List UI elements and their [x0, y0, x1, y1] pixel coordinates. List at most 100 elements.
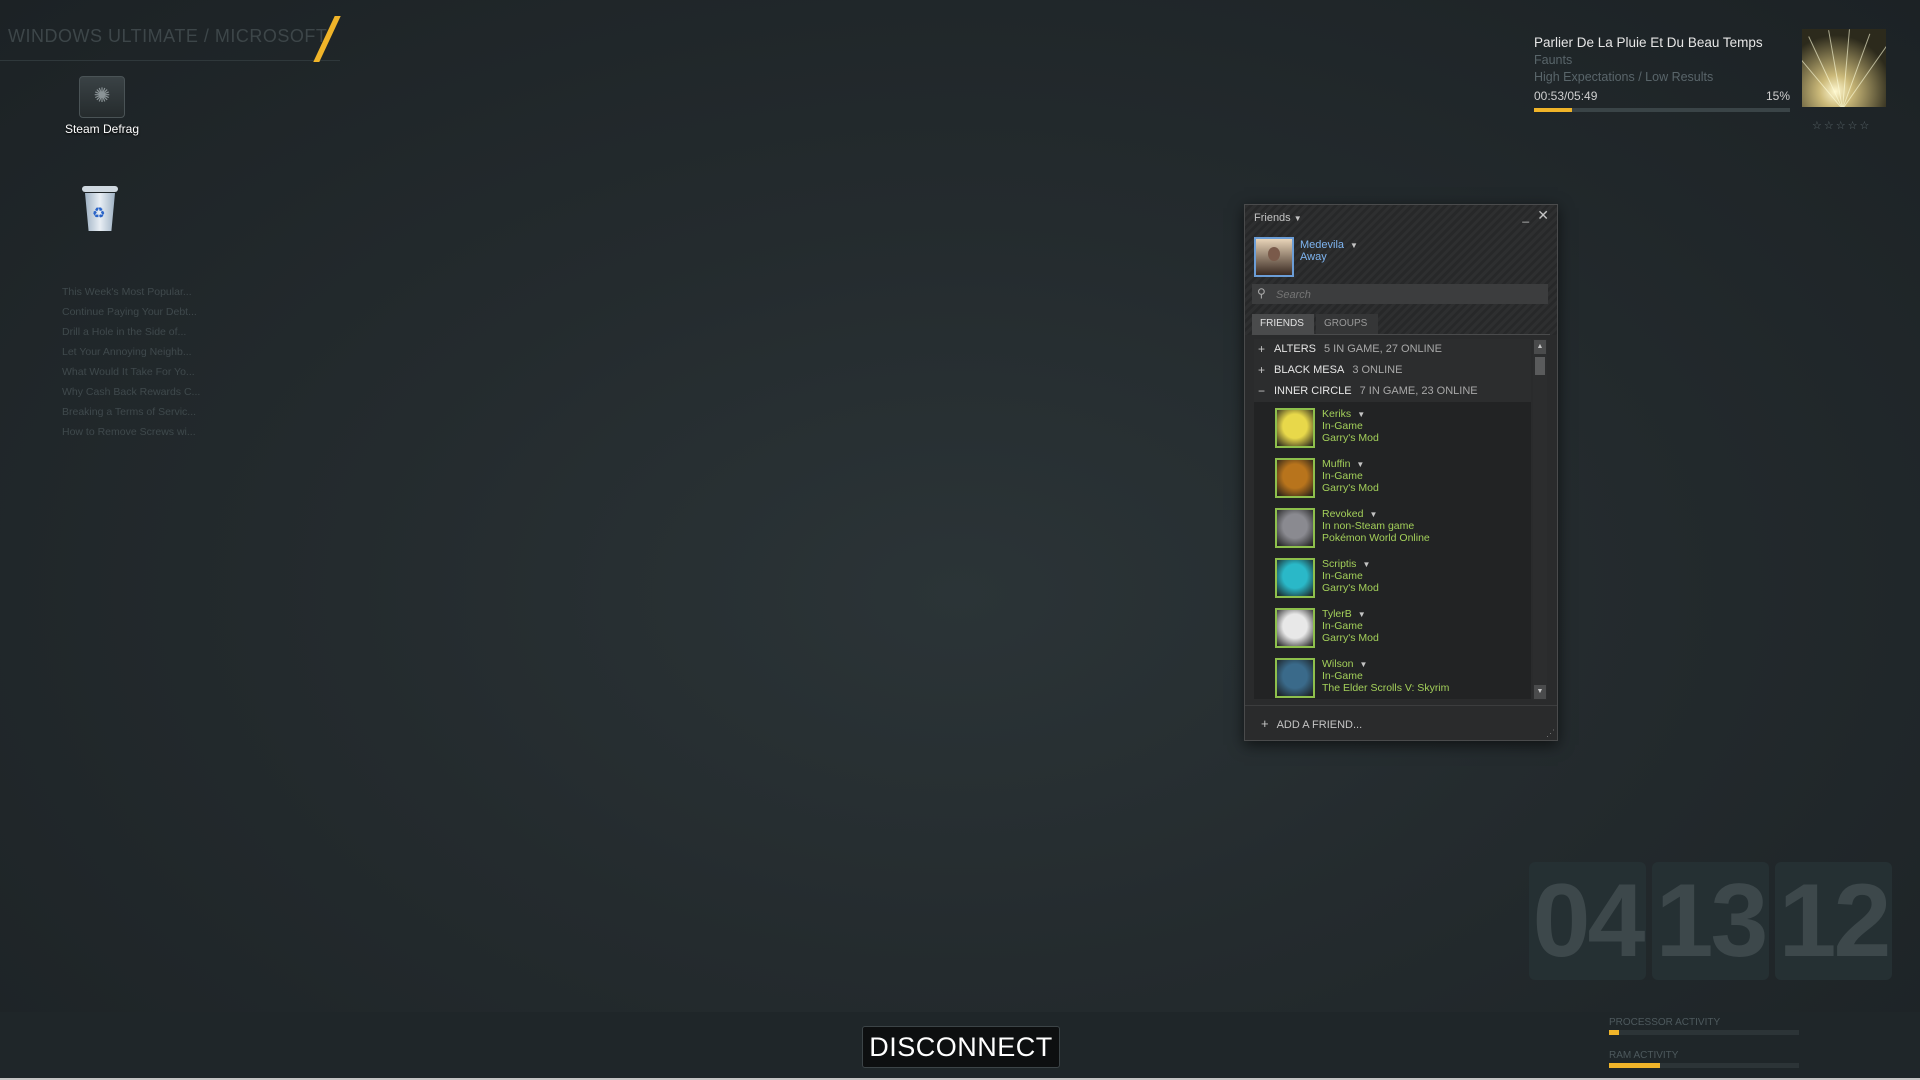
chevron-down-icon[interactable]: ▼ — [1360, 660, 1368, 669]
now-playing-widget: Parlier De La Pluie Et Du Beau Temps Fau… — [1534, 35, 1790, 112]
news-feed: This Week's Most Popular... Continue Pay… — [62, 282, 200, 442]
friend-name: Wilson — [1322, 658, 1354, 670]
track-percent: 15% — [1765, 89, 1790, 103]
processor-label: PROCESSOR ACTIVITY — [1609, 1017, 1721, 1028]
friend-row-wilson[interactable]: Wilson ▼ In-Game The Elder Scrolls V: Sky… — [1254, 652, 1531, 699]
album-cover — [1802, 29, 1886, 107]
friend-game: Garry's Mod — [1322, 582, 1379, 594]
group-info: 7 IN GAME, 23 ONLINE — [1359, 385, 1478, 397]
processor-fill — [1609, 1030, 1619, 1035]
news-item[interactable]: What Would It Take For Yo... — [62, 362, 200, 382]
news-item[interactable]: Why Cash Back Rewards C... — [62, 382, 200, 402]
friend-game: Garry's Mod — [1322, 432, 1379, 444]
friend-game: Pokémon World Online — [1322, 532, 1430, 544]
chevron-down-icon[interactable]: ▼ — [1362, 560, 1370, 569]
track-album: High Expectations / Low Results — [1534, 70, 1714, 84]
friend-avatar[interactable] — [1275, 408, 1315, 448]
scroll-up-icon[interactable]: ▲ — [1534, 340, 1546, 354]
expand-icon: + — [1258, 342, 1266, 356]
add-friend-button[interactable]: + ADD A FRIEND... — [1261, 716, 1362, 731]
track-progress-bar[interactable] — [1534, 108, 1790, 112]
scroll-down-icon[interactable]: ▼ — [1534, 685, 1546, 699]
track-time-row: 00:53/05:49 15% — [1534, 89, 1790, 103]
track-progress-fill — [1534, 108, 1573, 112]
clock-minutes: 13 — [1652, 862, 1769, 980]
search-input[interactable] — [1274, 286, 1538, 303]
news-item[interactable]: This Week's Most Popular... — [62, 282, 200, 302]
news-item[interactable]: Continue Paying Your Debt... — [62, 302, 200, 322]
track-time: 00:53/05:49 — [1534, 89, 1598, 103]
brand-divider — [0, 60, 340, 61]
scroll-thumb[interactable] — [1535, 357, 1545, 375]
clock-hours: 04 — [1529, 862, 1646, 980]
close-button[interactable]: ✕ — [1537, 207, 1549, 224]
friend-row-scriptis[interactable]: Scriptis ▼ In-Game Garry's Mod — [1254, 552, 1531, 602]
desktop-icon-recycle-bin[interactable]: ♻ — [45, 186, 155, 232]
news-item[interactable]: Drill a Hole in the Side of... — [62, 322, 200, 342]
chevron-down-icon[interactable]: ▼ — [1358, 610, 1366, 619]
friend-status: In-Game — [1322, 470, 1363, 482]
chevron-down-icon: ▼ — [1350, 241, 1358, 250]
friend-name: Revoked — [1322, 508, 1364, 520]
group-name: INNER CIRCLE — [1274, 385, 1352, 397]
chevron-down-icon[interactable]: ▼ — [1357, 410, 1365, 419]
friend-row-keriks[interactable]: Keriks ▼ In-Game Garry's Mod — [1254, 402, 1531, 452]
user-status: Away — [1300, 251, 1327, 263]
friends-title: Friends — [1254, 212, 1291, 224]
ram-label: RAM ACTIVITY — [1609, 1050, 1679, 1061]
news-item[interactable]: How to Remove Screws wi... — [62, 422, 200, 442]
friend-row-muffin[interactable]: Muffin ▼ In-Game Garry's Mod — [1254, 452, 1531, 502]
news-item[interactable]: Let Your Annoying Neighb... — [62, 342, 200, 362]
news-item[interactable]: Breaking a Terms of Servic... — [62, 402, 200, 422]
tab-friends[interactable]: FRIENDS — [1252, 314, 1314, 334]
friend-avatar[interactable] — [1275, 508, 1315, 548]
friend-name: Scriptis — [1322, 558, 1357, 570]
friend-avatar[interactable] — [1275, 458, 1315, 498]
group-row-alters[interactable]: + ALTERS 5 IN GAME, 27 ONLINE — [1254, 339, 1531, 360]
friend-name: Muffin — [1322, 458, 1351, 470]
add-friend-label: ADD A FRIEND... — [1276, 719, 1363, 731]
chevron-down-icon: ▼ — [1293, 214, 1302, 223]
group-info: 5 IN GAME, 27 ONLINE — [1323, 343, 1442, 355]
user-avatar[interactable] — [1254, 237, 1294, 277]
group-name: ALTERS — [1274, 343, 1316, 355]
ram-fill — [1609, 1063, 1661, 1068]
user-name: Medevila — [1300, 239, 1345, 251]
friends-footer: + ADD A FRIEND... ⋰ — [1245, 705, 1557, 741]
resize-grip-icon[interactable]: ⋰ — [1546, 728, 1555, 739]
rating-stars[interactable]: ☆☆☆☆☆ — [1812, 119, 1871, 132]
hard-drive-icon — [79, 76, 125, 118]
friend-status: In-Game — [1322, 620, 1363, 632]
clock-seconds: 12 — [1775, 862, 1892, 980]
track-title: Parlier De La Pluie Et Du Beau Temps — [1534, 35, 1763, 50]
friend-row-revoked[interactable]: Revoked ▼ In non-Steam game Pokémon World… — [1254, 502, 1531, 552]
tab-groups[interactable]: GROUPS — [1316, 314, 1378, 334]
friend-avatar[interactable] — [1275, 558, 1315, 598]
friend-status: In non-Steam game — [1322, 520, 1415, 532]
friends-title-menu[interactable]: Friends ▼ — [1254, 212, 1302, 224]
disconnect-button[interactable]: DISCONNECT — [862, 1026, 1060, 1068]
group-row-inner-circle[interactable]: − INNER CIRCLE 7 IN GAME, 23 ONLINE — [1254, 381, 1531, 402]
minimize-button[interactable]: _ — [1522, 209, 1529, 223]
friend-avatar[interactable] — [1275, 608, 1315, 648]
friend-status: In-Game — [1322, 420, 1363, 432]
track-artist: Faunts — [1534, 53, 1573, 67]
chevron-down-icon[interactable]: ▼ — [1356, 460, 1364, 469]
user-name-menu[interactable]: Medevila ▼ — [1300, 239, 1358, 251]
friends-list: + ALTERS 5 IN GAME, 27 ONLINE + BLACK MES… — [1254, 339, 1531, 699]
desktop-brand: WINDOWS ULTIMATE / MICROSOFT — [8, 26, 328, 46]
chevron-down-icon[interactable]: ▼ — [1369, 510, 1377, 519]
group-name: BLACK MESA — [1274, 364, 1345, 376]
ram-bar — [1609, 1063, 1799, 1068]
recycle-bin-icon: ♻ — [82, 186, 118, 232]
desktop-icon-label: Steam Defrag — [64, 122, 140, 136]
group-row-black-mesa[interactable]: + BLACK MESA 3 ONLINE — [1254, 360, 1531, 381]
friend-avatar[interactable] — [1275, 658, 1315, 698]
ram-meter: RAM ACTIVITY — [1609, 1050, 1799, 1068]
friends-scrollbar[interactable]: ▲ ▼ — [1533, 339, 1547, 700]
friend-row-tylerb[interactable]: TylerB ▼ In-Game Garry's Mod — [1254, 602, 1531, 652]
friend-name: Keriks — [1322, 408, 1352, 420]
friend-game: Garry's Mod — [1322, 482, 1379, 494]
desktop-icon-steam-defrag[interactable]: Steam Defrag — [47, 76, 157, 136]
friend-game: The Elder Scrolls V: Skyrim — [1322, 682, 1450, 694]
